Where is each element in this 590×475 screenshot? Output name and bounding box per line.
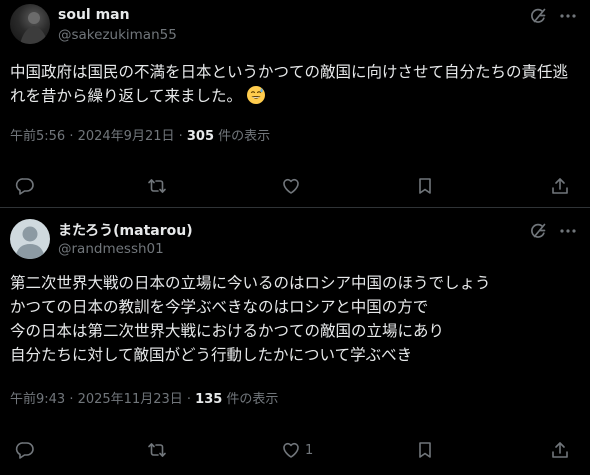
heart-icon [283,442,299,458]
action-bar: 1 [0,435,590,465]
share-button[interactable] [550,171,570,201]
author-name[interactable]: soul man [58,7,130,23]
bookmark-button[interactable] [415,435,435,465]
like-count: 1 [305,442,314,458]
repost-button[interactable] [147,435,167,465]
bookmark-icon [419,442,431,458]
post-2: またろう(matarou) @randmessh01 第二次世界大戦の日本の立場… [0,208,590,475]
timestamp[interactable]: 午前9:43 · 2025年11月23日 · [10,392,195,407]
more-options-icon[interactable] [558,221,578,241]
post-meta: 午前9:43 · 2025年11月23日 · 135 件の表示 [10,388,278,407]
reply-icon [15,442,34,459]
post-text-line: 第二次世界大戦の日本の立場に今いるのはロシア中国のほうでしょう [10,274,491,292]
reply-icon [15,178,34,195]
post-text: 第二次世界大戦の日本の立場に今いるのはロシア中国のほうでしょう かつての日本の教… [10,271,580,367]
bookmark-button[interactable] [415,171,435,201]
repost-icon [148,179,166,193]
reply-button[interactable] [15,171,35,201]
heart-icon [283,178,299,194]
grok-icon[interactable] [528,221,548,241]
author-handle[interactable]: @sakezukiman55 [58,27,177,43]
share-icon [552,178,568,194]
more-options-icon[interactable] [558,6,578,26]
view-label: 件の表示 [222,392,279,407]
author-name[interactable]: またろう(matarou) [58,220,193,240]
author-handle[interactable]: @randmessh01 [58,241,164,257]
repost-icon [148,443,166,457]
default-avatar-icon [15,226,45,259]
timestamp[interactable]: 午前5:56 · 2024年9月21日 · [10,129,187,144]
reply-button[interactable] [15,435,35,465]
post-text-content: 中国政府は国民の不満を日本というかつての敵国に向けさせて自分たちの責任逃れを昔か… [10,63,569,105]
post-meta: 午前5:56 · 2024年9月21日 · 305 件の表示 [10,125,270,144]
grok-icon[interactable] [528,6,548,26]
avatar-photo [20,12,48,44]
repost-button[interactable] [147,171,167,201]
view-label: 件の表示 [214,129,271,144]
share-icon [552,442,568,458]
post-1: soul man @sakezukiman55 中国政府は国民の不満を日本という… [0,0,590,207]
like-button[interactable]: 1 [281,435,313,465]
share-button[interactable] [550,435,570,465]
like-button[interactable] [281,171,305,201]
post-text-line: 今の日本は第二次世界大戦におけるかつての敵国の立場にあり [10,322,445,340]
view-count: 135 [195,392,223,407]
avatar[interactable] [10,4,50,44]
post-text: 中国政府は国民の不満を日本というかつての敵国に向けさせて自分たちの責任逃れを昔か… [10,60,580,108]
avatar[interactable] [10,219,50,259]
bookmark-icon [419,178,431,194]
post-text-line: 自分たちに対して敵国がどう行動したかについて学ぶべき [10,346,413,364]
sweat-smile-emoji [246,85,266,105]
post-text-line: かつての日本の教訓を今学ぶべきなのはロシアと中国の方で [10,298,429,316]
action-bar [0,171,590,201]
view-count: 305 [186,129,215,144]
